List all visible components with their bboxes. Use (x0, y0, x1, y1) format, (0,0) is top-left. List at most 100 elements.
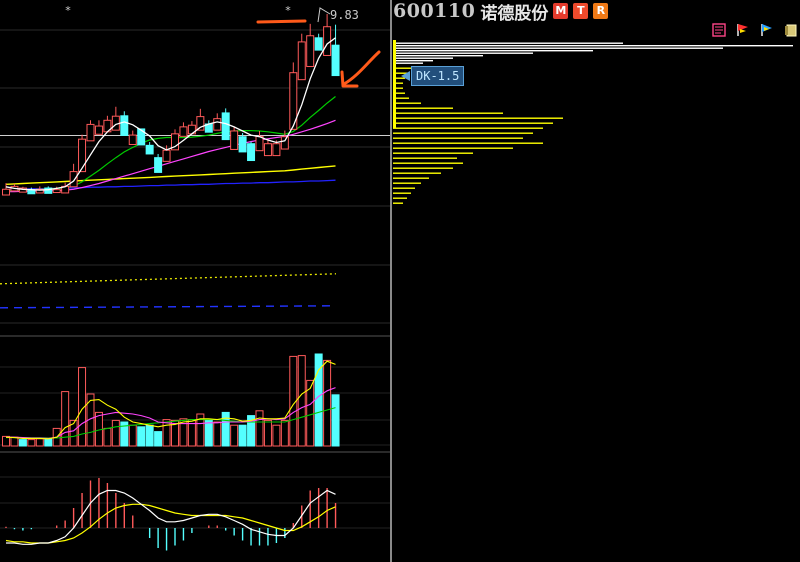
candle-body (78, 138, 87, 173)
candle (162, 145, 171, 162)
chip-profile-bar (393, 55, 483, 57)
candle (255, 130, 264, 152)
candle (331, 24, 340, 77)
pin-icon[interactable] (760, 23, 774, 37)
chip-profile-bar (393, 132, 533, 134)
macd-dea-line (5, 503, 336, 544)
chip-profile-bar (393, 137, 523, 139)
chip-profile-bar (393, 197, 407, 199)
candle-body (86, 123, 95, 142)
candle-body (145, 144, 154, 155)
volume-bar (238, 424, 247, 447)
candle (128, 130, 137, 146)
candle-body (221, 112, 230, 141)
kline-chart-panel[interactable]: * * 9.83 (0, 0, 391, 562)
candle (204, 120, 213, 133)
chip-profile-bar (393, 152, 473, 154)
max-price-pointer (317, 7, 331, 23)
candle-body (52, 189, 61, 194)
chip-profile-bar (393, 52, 533, 54)
chip-profile-bar (393, 167, 453, 169)
annotation-arrow-shaft (342, 50, 381, 86)
candle (154, 153, 163, 173)
volume-bar (331, 394, 340, 447)
candle-body (2, 188, 10, 196)
flag-icon[interactable] (736, 23, 750, 37)
candle-body (263, 143, 272, 157)
dk-pointer-icon (401, 71, 410, 81)
volume-bar (272, 424, 281, 447)
volume-bar (255, 410, 264, 447)
chip-distribution-panel[interactable]: 600110 诺德股份 M T R DK-1.5 (391, 0, 800, 562)
candle-body (196, 116, 205, 131)
ma-dotted-line (0, 273, 337, 285)
chip-profile-bar (393, 182, 421, 184)
volume-bar (145, 424, 154, 447)
volume-bar (230, 424, 239, 447)
chart-list-icon[interactable] (712, 23, 726, 37)
chip-profile-bar (393, 62, 423, 64)
chip-profile-bar (393, 162, 463, 164)
volume-bar (297, 355, 306, 447)
chip-profile-bar (393, 127, 543, 129)
chip-profile-bar (393, 45, 793, 47)
volume-bar (204, 419, 213, 447)
kline-chart-svg[interactable]: * * (0, 0, 391, 562)
candle-body (306, 35, 315, 68)
candle-body (238, 136, 247, 153)
chip-profile-bar (393, 112, 503, 114)
volume-bar (154, 431, 163, 447)
t0-badge[interactable]: T (573, 3, 589, 19)
stock-header: 600110 诺德股份 M T R (393, 0, 609, 24)
toolbar (712, 23, 798, 37)
candle (179, 122, 188, 137)
candle-body (213, 118, 222, 131)
candle (78, 134, 87, 173)
candle (145, 142, 154, 155)
chip-profile-bar (393, 57, 453, 59)
chip-profile-bar (393, 177, 429, 179)
margin-badge[interactable]: M (553, 3, 569, 19)
volume-bar (10, 436, 19, 447)
stock-code: 600110 (393, 0, 476, 22)
volume-bar (280, 419, 289, 447)
volume-bar (137, 426, 146, 447)
volume-bar (103, 427, 112, 447)
candle-body (94, 125, 103, 135)
volume-bar (111, 419, 120, 447)
annotation-dash (256, 19, 307, 24)
ma5-line (5, 37, 336, 191)
chip-profile-bar (393, 42, 623, 44)
chip-profile-bar (393, 47, 723, 49)
chip-profile-bar (393, 172, 441, 174)
candle-body (314, 37, 323, 51)
volume-bar (27, 439, 36, 447)
chip-profile-bar (393, 117, 563, 119)
dk-label[interactable]: DK-1.5 (411, 66, 465, 86)
volume-bar (18, 439, 27, 447)
volume-bar (221, 411, 230, 447)
candle-body (255, 135, 264, 152)
chip-profile-bar (393, 147, 513, 149)
ma20-line (6, 119, 336, 193)
chip-profile-bar (393, 202, 403, 204)
chip-profile-bar (393, 60, 433, 62)
candle-body (128, 134, 137, 146)
chip-profile-bar (393, 50, 593, 52)
stock-name: 诺德股份 (480, 3, 549, 24)
chip-profile-bar (393, 142, 543, 144)
candle-body (272, 143, 281, 157)
volume-bar (213, 421, 222, 447)
r-badge[interactable]: R (593, 3, 609, 19)
chip-profile-bar (393, 102, 421, 104)
candle (297, 33, 306, 81)
candle (247, 141, 256, 162)
candle (86, 120, 95, 142)
candle-body (323, 26, 332, 56)
candle-body (331, 44, 340, 77)
candle-body (247, 143, 256, 162)
book-icon[interactable] (784, 23, 798, 37)
candle-body (120, 115, 129, 136)
volume-bar (128, 424, 137, 447)
star-marker: * (65, 4, 71, 17)
